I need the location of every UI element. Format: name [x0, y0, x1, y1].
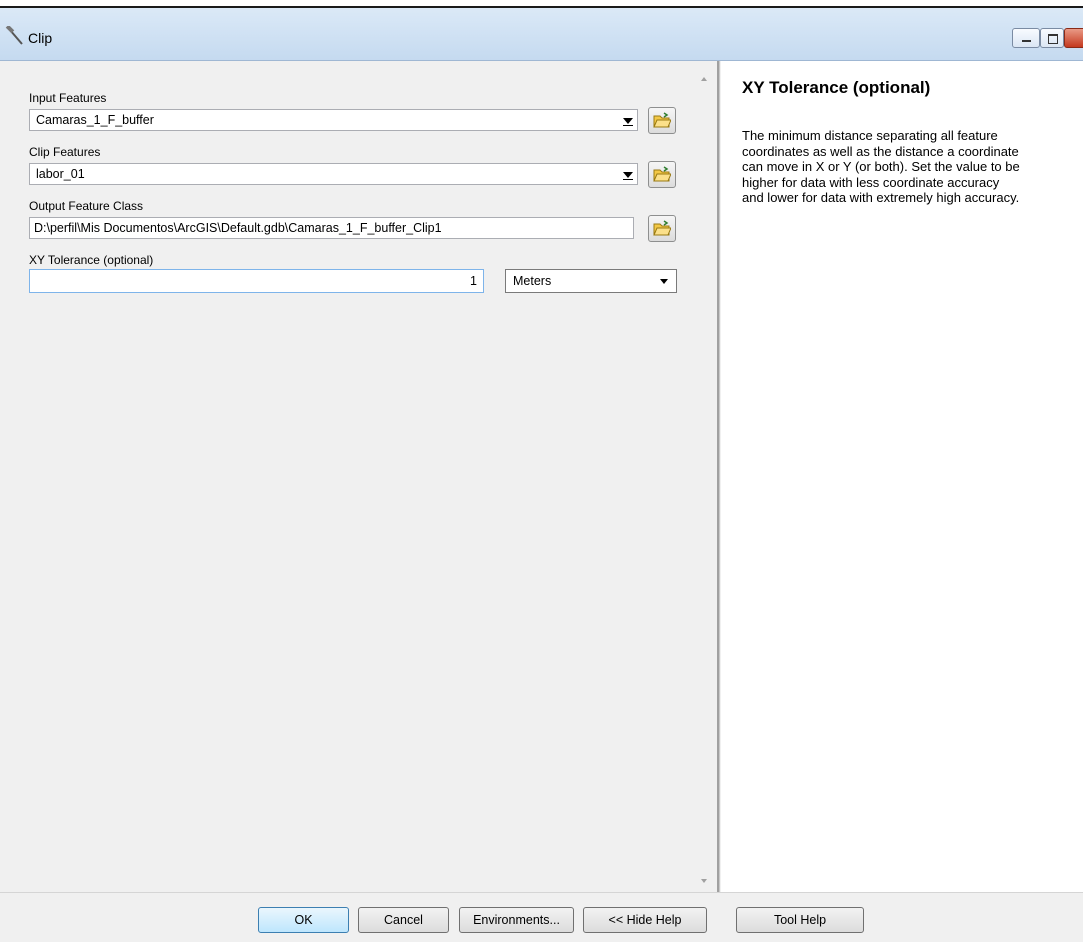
chevron-down-icon[interactable] — [618, 111, 636, 129]
output-feature-class-field[interactable]: D:\perfil\Mis Documentos\ArcGIS\Default.… — [29, 217, 634, 239]
help-line: coordinates as well as the distance a co… — [742, 143, 1019, 159]
output-feature-class-browse-button[interactable] — [648, 215, 676, 242]
input-features-combo[interactable]: Camaras_1_F_buffer — [29, 109, 638, 131]
xy-tolerance-unit-value: Meters — [513, 274, 552, 288]
cancel-button[interactable]: Cancel — [358, 907, 449, 933]
minimize-button[interactable] — [1012, 28, 1040, 48]
close-button[interactable] — [1064, 28, 1083, 48]
open-folder-icon — [653, 220, 671, 236]
clip-features-browse-button[interactable] — [648, 161, 676, 188]
input-features-value: Camaras_1_F_buffer — [36, 113, 154, 127]
maximize-button[interactable] — [1040, 28, 1064, 48]
tool-help-button[interactable]: Tool Help — [736, 907, 864, 933]
ok-button[interactable]: OK — [258, 907, 349, 933]
clip-features-combo[interactable]: labor_01 — [29, 163, 638, 185]
clip-features-value: labor_01 — [36, 167, 85, 181]
title-bar[interactable]: Clip — [0, 8, 1083, 61]
help-line: higher for data with less coordinate acc… — [742, 174, 1000, 190]
window-title: Clip — [28, 30, 53, 46]
panel-splitter[interactable] — [717, 61, 720, 892]
open-folder-icon — [653, 112, 671, 128]
output-feature-class-value: D:\perfil\Mis Documentos\ArcGIS\Default.… — [34, 221, 442, 235]
hide-help-button[interactable]: << Hide Help — [583, 907, 707, 933]
help-line: and lower for data with extremely high a… — [742, 190, 1020, 205]
parameters-scrollbar[interactable] — [696, 71, 713, 891]
environments-button[interactable]: Environments... — [459, 907, 574, 933]
chevron-down-icon[interactable] — [618, 165, 636, 183]
help-title: XY Tolerance (optional) — [742, 78, 931, 97]
xy-tolerance-unit-select[interactable]: Meters — [505, 269, 677, 293]
help-line: The minimum distance separating all feat… — [742, 128, 998, 143]
input-features-browse-button[interactable] — [648, 107, 676, 134]
xy-tolerance-label: XY Tolerance (optional) — [29, 253, 154, 267]
output-feature-class-label: Output Feature Class — [29, 199, 144, 213]
open-folder-icon — [653, 166, 671, 182]
help-panel: XY Tolerance (optional) The minimum dist… — [721, 61, 1083, 892]
input-features-label: Input Features — [29, 91, 107, 105]
xy-tolerance-input[interactable]: 1 — [29, 269, 484, 293]
help-description: The minimum distance separating all feat… — [742, 128, 1083, 206]
help-line: can move in X or Y (or both). Set the va… — [742, 159, 1020, 174]
clip-dialog: Clip Input Features Camaras_1_F_buffer C… — [0, 6, 1083, 942]
button-bar: OK Cancel Environments... << Hide Help T… — [0, 892, 1083, 942]
parameters-panel: Input Features Camaras_1_F_buffer Clip F… — [0, 61, 715, 892]
clip-features-label: Clip Features — [29, 145, 101, 159]
hammer-icon — [5, 26, 23, 45]
